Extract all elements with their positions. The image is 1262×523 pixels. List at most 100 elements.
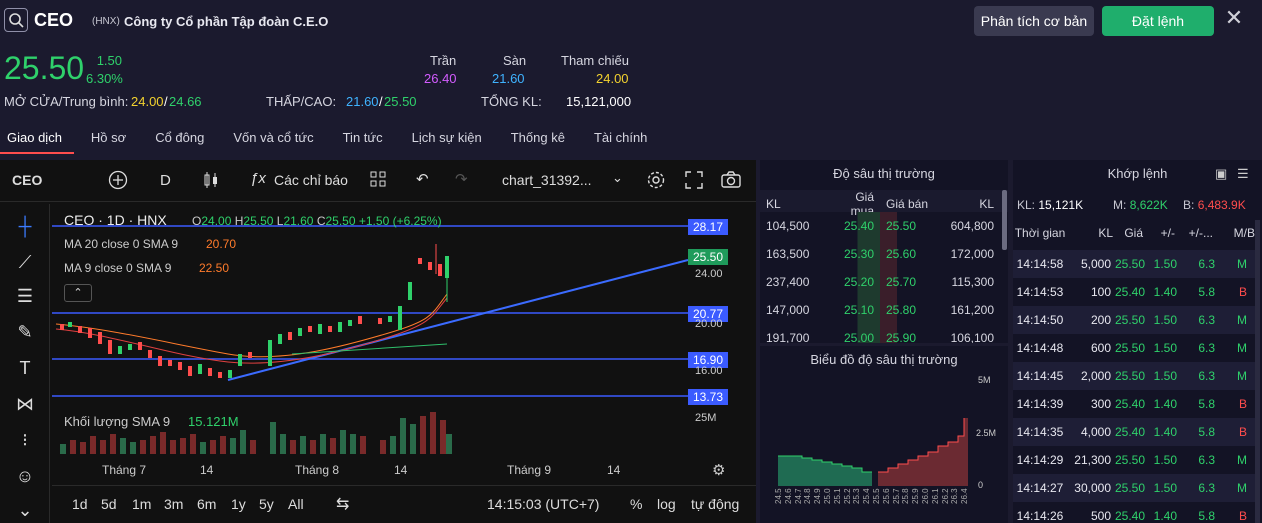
match-side: B: [1238, 285, 1247, 299]
close-icon[interactable]: ✕: [1224, 5, 1244, 30]
fullscreen-icon[interactable]: [684, 170, 704, 194]
match-change: 1.50: [1153, 453, 1178, 467]
emoji-icon[interactable]: ☺: [12, 466, 38, 492]
match-change: 1.40: [1153, 397, 1178, 411]
indicators-icon[interactable]: ƒx: [250, 170, 266, 187]
match-volume: 5,000: [1067, 250, 1113, 278]
match-row[interactable]: 14:14:48 600 25.50 1.50 6.3 M: [1013, 334, 1255, 362]
brush-icon[interactable]: ✎: [12, 322, 38, 348]
tab-statistics[interactable]: Thống kê: [504, 124, 577, 154]
chart-bottom-bar: 1d 5d 1m 3m 6m 1y 5y All ⇆ 14:15:03 (UTC…: [52, 485, 756, 523]
tab-capital-dividends[interactable]: Vốn và cổ tức: [226, 124, 325, 154]
match-row[interactable]: 14:14:53 100 25.40 1.40 5.8 B: [1013, 278, 1255, 306]
range-1d[interactable]: 1d: [72, 496, 88, 512]
compare-icon[interactable]: [108, 170, 128, 194]
indicators-button[interactable]: Các chỉ báo: [274, 172, 348, 188]
scrollbar[interactable]: [1002, 190, 1007, 250]
scrollbar[interactable]: [1255, 220, 1260, 523]
depth-row[interactable]: 104,500 25.40 25.50 604,800: [760, 212, 1000, 240]
redo-icon[interactable]: ↷: [455, 170, 468, 188]
match-price: 25.50: [1113, 306, 1148, 334]
depth-bid-price: 25.30: [824, 240, 880, 268]
tab-shareholders[interactable]: Cổ đông: [148, 124, 216, 154]
match-row[interactable]: 14:14:35 4,000 25.40 1.40 5.8 B: [1013, 418, 1255, 446]
match-change-pct: 5.8: [1179, 418, 1218, 446]
chevron-down-icon[interactable]: ⌄: [612, 170, 623, 186]
pattern-icon[interactable]: ⋈: [12, 394, 38, 420]
chart-settings-icon[interactable]: ⚙: [712, 461, 725, 479]
interval-selector[interactable]: D: [160, 172, 171, 189]
match-price: 25.40: [1115, 509, 1146, 523]
chart-legend-title: CEO · 1D · HNX: [64, 212, 167, 228]
match-change: 1.40: [1153, 509, 1178, 523]
match-row[interactable]: 14:14:50 200 25.50 1.50 6.3 M: [1013, 306, 1255, 334]
log-scale-toggle[interactable]: log: [657, 496, 676, 512]
ceiling-label: Trần: [430, 53, 457, 68]
depth-ask-price: 25.60: [880, 240, 936, 268]
match-change-pct: 6.3: [1179, 306, 1218, 334]
match-change: 1.50: [1147, 306, 1180, 334]
depth-bid-price: 25.00: [824, 324, 880, 343]
fundamental-analysis-button[interactable]: Phân tích cơ bản: [974, 6, 1094, 36]
crosshair-icon[interactable]: ┼: [12, 216, 38, 242]
depth-x-axis-label: 24.6: [783, 488, 793, 504]
depth-ask-price: 25.90: [880, 324, 936, 343]
match-change: 1.50: [1147, 250, 1180, 278]
tab-financials[interactable]: Tài chính: [587, 124, 659, 154]
range-all[interactable]: All: [288, 496, 304, 512]
camera-icon[interactable]: [720, 170, 742, 194]
tab-profile[interactable]: Hồ sơ: [84, 124, 138, 154]
depth-bid-price: 25.20: [824, 268, 880, 296]
chart-symbol[interactable]: CEO: [12, 172, 42, 188]
ticker-symbol: CEO: [34, 10, 74, 30]
date-range-icon[interactable]: ⇆: [336, 494, 349, 514]
tab-events[interactable]: Lịch sự kiện: [405, 124, 494, 154]
range-3m[interactable]: 3m: [164, 496, 183, 512]
match-price: 25.40: [1113, 418, 1148, 446]
match-row[interactable]: 14:14:27 30,000 25.50 1.50 6.3 M: [1013, 474, 1255, 502]
list-view-icon[interactable]: ☰: [1237, 166, 1249, 182]
range-1m[interactable]: 1m: [132, 496, 151, 512]
open-price: 24.00: [131, 94, 164, 109]
match-row[interactable]: 14:14:58 5,000 25.50 1.50 6.3 M: [1013, 250, 1255, 278]
auto-scale-toggle[interactable]: tự động: [691, 496, 739, 512]
depth-ask-price: 25.80: [880, 296, 936, 324]
tab-trading[interactable]: Giao dịch: [0, 124, 74, 154]
undo-icon[interactable]: ↶: [416, 170, 429, 188]
layout-grid-icon[interactable]: [370, 171, 386, 191]
fib-lines-icon[interactable]: ☰: [12, 286, 38, 312]
text-tool-icon[interactable]: T: [12, 358, 38, 384]
market-depth-table: 104,500 25.40 25.50 604,800 163,500 25.30 25.6…: [760, 212, 1000, 343]
range-5y[interactable]: 5y: [259, 496, 274, 512]
trendline-icon[interactable]: ⟋: [12, 252, 38, 278]
collapse-tools-icon[interactable]: ⌄: [12, 500, 38, 523]
collapse-legend-button[interactable]: ⌃: [64, 284, 92, 302]
depth-x-axis-label: 26.4: [960, 488, 970, 504]
match-row[interactable]: 14:14:39 300 25.40 1.40 5.8 B: [1013, 390, 1255, 418]
range-1y[interactable]: 1y: [231, 496, 246, 512]
match-volume: 21,300: [1074, 453, 1111, 467]
gear-icon[interactable]: [646, 170, 666, 194]
match-change-pct: 5.8: [1198, 509, 1216, 523]
match-row[interactable]: 14:14:45 2,000 25.50 1.50 6.3 M: [1013, 362, 1255, 390]
depth-row[interactable]: 191,700 25.00 25.90 106,100: [760, 324, 1000, 343]
price-axis-label: 20.00: [695, 318, 723, 330]
search-button[interactable]: [4, 8, 28, 32]
depth-row[interactable]: 237,400 25.20 25.70 115,300: [760, 268, 1000, 296]
match-row[interactable]: 14:14:29 21,300 25.50 1.50 6.3 M: [1013, 446, 1255, 474]
chart-layout-name[interactable]: chart_31392...: [502, 172, 592, 188]
percent-scale-toggle[interactable]: %: [630, 496, 642, 512]
floor-label: Sàn: [503, 53, 527, 68]
export-excel-icon[interactable]: ▣: [1215, 166, 1227, 182]
depth-row[interactable]: 163,500 25.30 25.60 172,000: [760, 240, 1000, 268]
measure-icon[interactable]: ⁝: [12, 430, 38, 456]
match-row[interactable]: 14:14:26 500 25.40 1.40 5.8 B: [1013, 502, 1255, 523]
tab-news[interactable]: Tin tức: [336, 124, 395, 154]
candles-icon[interactable]: [202, 170, 220, 194]
depth-row[interactable]: 147,000 25.10 25.80 161,200: [760, 296, 1000, 324]
place-order-button[interactable]: Đặt lệnh: [1102, 6, 1214, 36]
depth-bid-price: 25.10: [824, 296, 880, 324]
x-axis-label: Tháng 8: [295, 463, 340, 477]
range-5d[interactable]: 5d: [101, 496, 117, 512]
range-6m[interactable]: 6m: [197, 496, 216, 512]
